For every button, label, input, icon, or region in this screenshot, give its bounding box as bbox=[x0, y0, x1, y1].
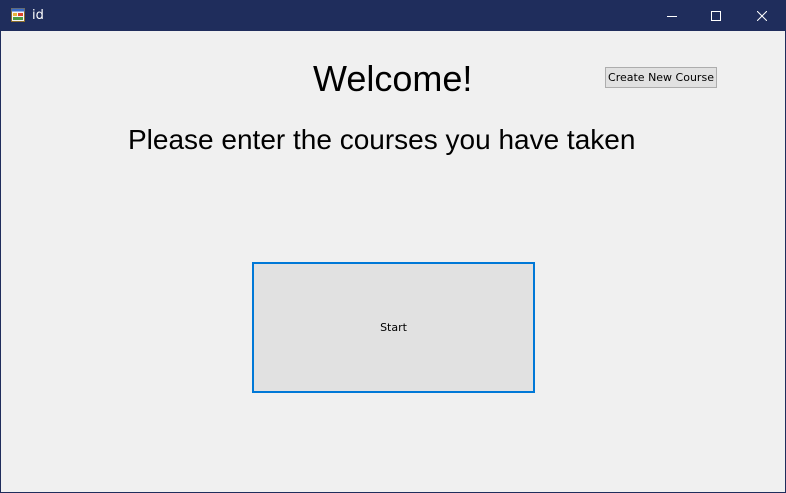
start-button[interactable]: Start bbox=[252, 262, 535, 393]
maximize-icon bbox=[711, 11, 721, 21]
app-form-icon bbox=[11, 8, 25, 22]
instructions-label: Please enter the courses you have taken bbox=[128, 124, 636, 155]
close-button[interactable] bbox=[739, 1, 785, 31]
minimize-button[interactable] bbox=[649, 1, 695, 31]
close-icon bbox=[757, 11, 767, 21]
app-window: id Welcome! Please enter the courses you… bbox=[0, 0, 786, 493]
start-button-label: Start bbox=[380, 321, 407, 334]
maximize-button[interactable] bbox=[693, 1, 739, 31]
create-new-course-button[interactable]: Create New Course bbox=[605, 67, 717, 88]
welcome-heading: Welcome! bbox=[313, 58, 473, 99]
window-title: id bbox=[32, 8, 44, 23]
minimize-icon bbox=[667, 16, 677, 17]
title-bar[interactable]: id bbox=[1, 1, 785, 31]
form-client-area: Welcome! Please enter the courses you ha… bbox=[1, 31, 785, 492]
